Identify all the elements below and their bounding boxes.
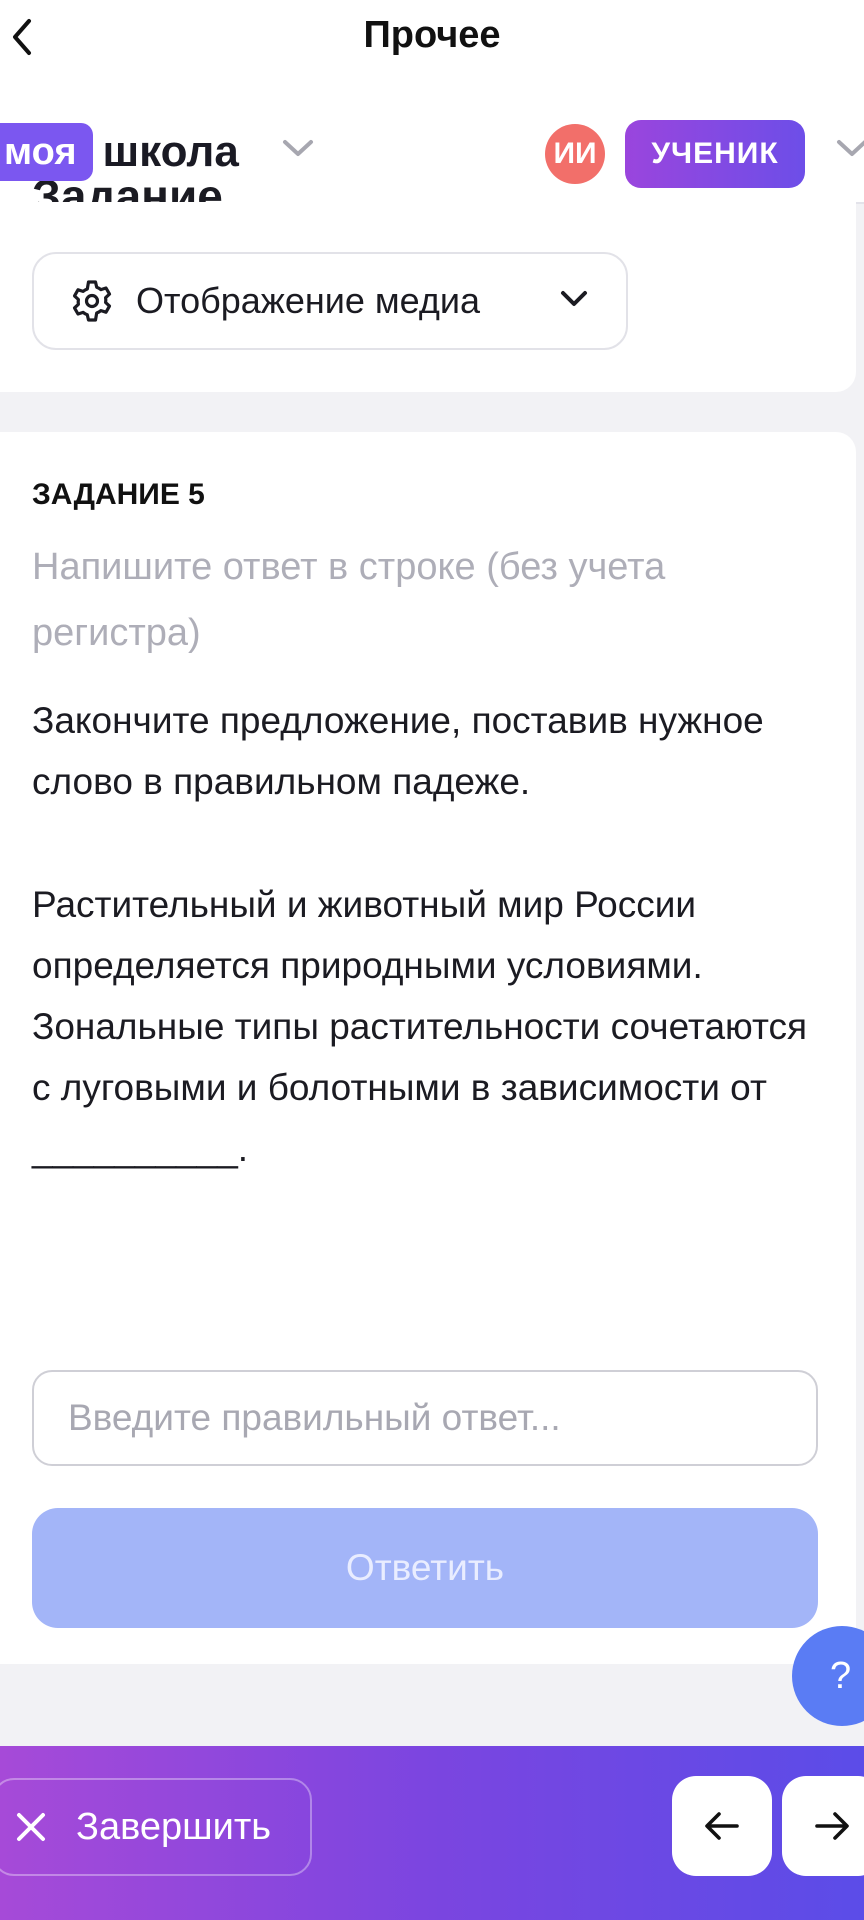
arrow-right-icon — [815, 1812, 849, 1840]
task-text: Растительный и животный мир России опред… — [32, 884, 808, 1169]
role-dropdown-button[interactable] — [836, 138, 864, 163]
nav-bar: Прочее — [0, 0, 864, 80]
page-title: Прочее — [363, 14, 501, 56]
close-icon — [17, 1813, 45, 1841]
previous-task-button[interactable] — [672, 1776, 772, 1876]
submit-answer-button[interactable]: Ответить — [32, 1508, 818, 1628]
task-number: ЗАДАНИЕ 5 — [32, 478, 205, 511]
school-logo[interactable]: моя школа — [0, 123, 239, 181]
finish-label: Завершить — [76, 1805, 272, 1848]
avatar[interactable]: ИИ — [545, 124, 605, 184]
role-badge[interactable]: УЧЕНИК — [625, 120, 805, 188]
gear-icon — [72, 280, 112, 322]
app-header: Задание моя школа ИИ УЧЕНИК — [0, 80, 864, 204]
task-instruction: Закончите предложение, поставив нужное с… — [32, 700, 764, 802]
task-card: ЗАДАНИЕ 5 Напишите ответ в строке (без у… — [0, 432, 856, 1664]
chevron-down-icon — [561, 291, 587, 306]
bottom-bar: Завершить — [0, 1746, 864, 1920]
finish-button[interactable]: Завершить — [0, 1778, 312, 1876]
task-hint: Напишите ответ в строке (без учета регис… — [32, 546, 666, 654]
logo-box-text: моя — [0, 123, 93, 181]
arrow-left-icon — [705, 1812, 739, 1840]
media-settings-card: Отображение медиа — [0, 202, 856, 392]
chevron-down-icon — [283, 140, 313, 156]
media-display-label: Отображение медиа — [136, 280, 481, 321]
answer-input[interactable] — [32, 1370, 818, 1466]
next-task-button[interactable] — [782, 1776, 864, 1876]
chevron-down-icon — [837, 140, 864, 156]
media-display-dropdown[interactable]: Отображение медиа — [32, 252, 628, 350]
school-dropdown-button[interactable] — [282, 138, 314, 163]
task-body: Закончите предложение, поставив нужное с… — [32, 690, 832, 1179]
logo-word-text: школа — [102, 127, 239, 176]
